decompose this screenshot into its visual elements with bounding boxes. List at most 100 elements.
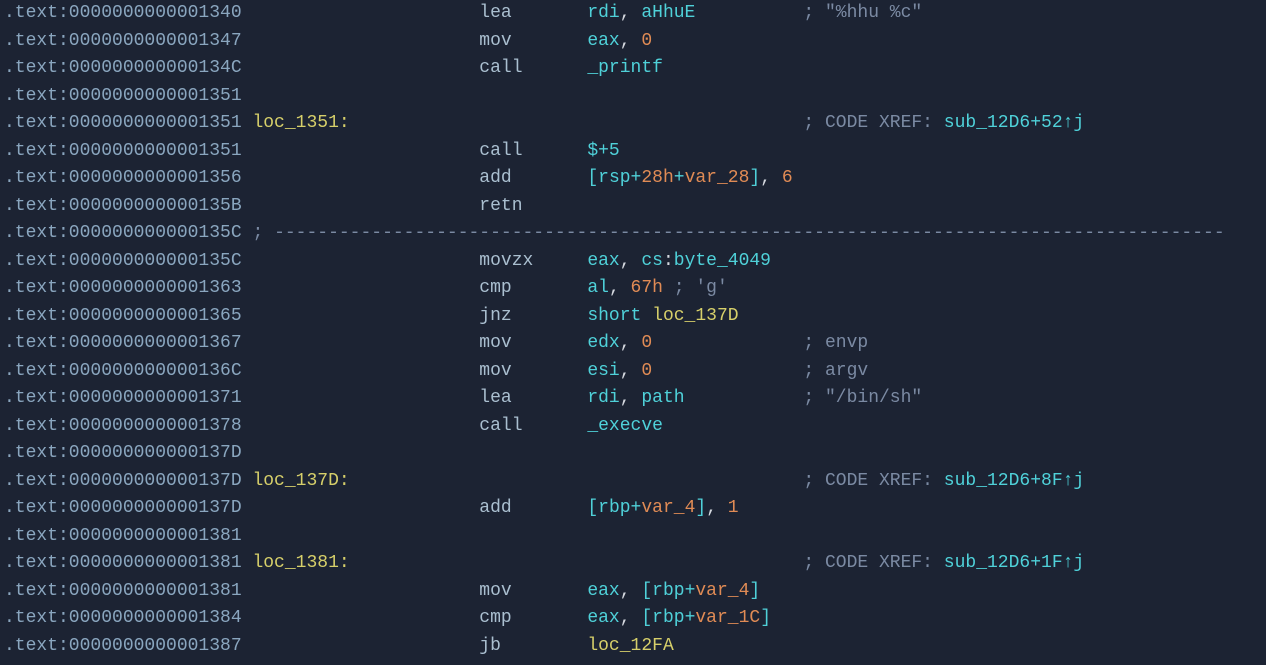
operand-token: + <box>631 498 642 518</box>
operand-token: [ <box>641 581 652 601</box>
comment-token: ; CODE XREF: <box>803 553 943 573</box>
loc-label: loc_1381: <box>252 553 349 573</box>
operand-token: al <box>587 278 609 298</box>
disasm-line[interactable]: .text:000000000000135C movzx eax, cs:byt… <box>4 248 1262 276</box>
operand-token: aHhuE <box>641 3 695 23</box>
mnemonic: call <box>479 416 522 436</box>
disassembly-view[interactable]: .text:0000000000001340 lea rdi, aHhuE ; … <box>0 0 1266 665</box>
disasm-line[interactable]: .text:000000000000134C call _printf <box>4 55 1262 83</box>
comment-token: sub_12D6+1F↑j <box>944 553 1084 573</box>
disasm-line[interactable]: .text:0000000000001351 loc_1351: ; CODE … <box>4 110 1262 138</box>
operand-token: , <box>706 498 728 518</box>
disasm-line[interactable]: .text:0000000000001381 loc_1381: ; CODE … <box>4 550 1262 578</box>
disasm-line[interactable]: .text:0000000000001371 lea rdi, path ; "… <box>4 385 1262 413</box>
address-label: .text:0000000000001378 <box>4 416 252 436</box>
disasm-line[interactable]: .text:000000000000135C ; ---------------… <box>4 220 1262 248</box>
disasm-line[interactable]: .text:0000000000001351 call $+5 <box>4 138 1262 166</box>
disasm-line[interactable]: .text:000000000000137D loc_137D: ; CODE … <box>4 468 1262 496</box>
mnemonic: mov <box>479 333 511 353</box>
disasm-line[interactable]: .text:0000000000001356 add [rsp+28h+var_… <box>4 165 1262 193</box>
disasm-line[interactable]: .text:0000000000001351 <box>4 83 1262 111</box>
disasm-line[interactable]: .text:0000000000001381 <box>4 523 1262 551</box>
address-label: .text:0000000000001365 <box>4 306 252 326</box>
comment-token: sub_12D6+52↑j <box>944 113 1084 133</box>
disasm-line[interactable]: .text:0000000000001387 jb loc_12FA <box>4 633 1262 661</box>
disasm-line[interactable]: .text:0000000000001340 lea rdi, aHhuE ; … <box>4 0 1262 28</box>
operand-token: rsp <box>598 168 630 188</box>
operand-token: , <box>620 608 642 628</box>
comment-token: ; "%hhu %c" <box>803 3 922 23</box>
address-label: .text:000000000000137D <box>4 498 252 518</box>
operand-token: rbp <box>652 608 684 628</box>
operand-token: rbp <box>598 498 630 518</box>
loc-label: loc_137D: <box>252 471 349 491</box>
operand-token: + <box>685 581 696 601</box>
address-label: .text:0000000000001381 <box>4 553 252 573</box>
operand-token: , <box>620 3 642 23</box>
operand-token: 0 <box>641 361 652 381</box>
address-label: .text:000000000000135B <box>4 196 252 216</box>
disasm-line[interactable]: .text:0000000000001363 cmp al, 67h ; 'g' <box>4 275 1262 303</box>
operand-token: short <box>587 306 652 326</box>
disasm-line[interactable]: .text:0000000000001367 mov edx, 0 ; envp <box>4 330 1262 358</box>
operand-token: [ <box>641 608 652 628</box>
disasm-line[interactable]: .text:000000000000135B retn <box>4 193 1262 221</box>
disasm-line[interactable]: .text:000000000000137D add [rbp+var_4], … <box>4 495 1262 523</box>
operand-token: 0 <box>641 333 652 353</box>
operand-token: $+5 <box>587 141 619 161</box>
operand-token: 6 <box>782 168 793 188</box>
mnemonic: cmp <box>479 278 511 298</box>
disasm-line[interactable]: .text:000000000000136C mov esi, 0 ; argv <box>4 358 1262 386</box>
mnemonic: cmp <box>479 608 511 628</box>
disasm-line[interactable]: .text:000000000000137D <box>4 440 1262 468</box>
mnemonic: retn <box>479 196 522 216</box>
operand-token: var_4 <box>695 581 749 601</box>
mnemonic: call <box>479 141 522 161</box>
disasm-line[interactable]: .text:000000000000138D nop <box>4 660 1262 665</box>
disasm-line[interactable]: .text:0000000000001347 mov eax, 0 <box>4 28 1262 56</box>
mnemonic: add <box>479 498 511 518</box>
operand-token: , <box>760 168 782 188</box>
separator-marker: ; <box>252 223 274 243</box>
operand-token: eax <box>587 251 619 271</box>
operand-token: rbp <box>652 581 684 601</box>
operand-token: + <box>685 608 696 628</box>
address-label: .text:0000000000001367 <box>4 333 252 353</box>
operand-token: : <box>663 251 674 271</box>
operand-token: path <box>641 388 684 408</box>
address-label: .text:0000000000001381 <box>4 581 252 601</box>
disasm-line[interactable]: .text:0000000000001365 jnz short loc_137… <box>4 303 1262 331</box>
operand-token: loc_137D <box>652 306 738 326</box>
operand-token: ] <box>749 581 760 601</box>
operand-token: + <box>674 168 685 188</box>
operand-token: var_1C <box>695 608 760 628</box>
mnemonic: jb <box>479 636 501 656</box>
comment-token: ; argv <box>803 361 868 381</box>
mnemonic: mov <box>479 581 511 601</box>
operand-token: ] <box>695 498 706 518</box>
operand-token: , <box>620 333 642 353</box>
address-label: .text:000000000000136C <box>4 361 252 381</box>
mnemonic: lea <box>479 3 511 23</box>
operand-token: , <box>620 361 642 381</box>
operand-token: esi <box>587 361 619 381</box>
mnemonic: movzx <box>479 251 533 271</box>
comment-token: ; CODE XREF: <box>803 113 943 133</box>
operand-token: 0 <box>641 31 652 51</box>
mnemonic: mov <box>479 31 511 51</box>
mnemonic: mov <box>479 361 511 381</box>
operand-token: [ <box>587 168 598 188</box>
operand-token: ] <box>760 608 771 628</box>
address-label: .text:000000000000137D <box>4 443 252 463</box>
operand-token: 28h <box>641 168 673 188</box>
address-label: .text:0000000000001387 <box>4 636 252 656</box>
operand-token: , <box>620 251 642 271</box>
comment-token: ; envp <box>803 333 868 353</box>
operand-token: ; 'g' <box>674 278 728 298</box>
mnemonic: jnz <box>479 306 511 326</box>
disasm-line[interactable]: .text:0000000000001378 call _execve <box>4 413 1262 441</box>
operand-token: , <box>620 31 642 51</box>
address-label: .text:000000000000135C <box>4 251 252 271</box>
disasm-line[interactable]: .text:0000000000001381 mov eax, [rbp+var… <box>4 578 1262 606</box>
disasm-line[interactable]: .text:0000000000001384 cmp eax, [rbp+var… <box>4 605 1262 633</box>
